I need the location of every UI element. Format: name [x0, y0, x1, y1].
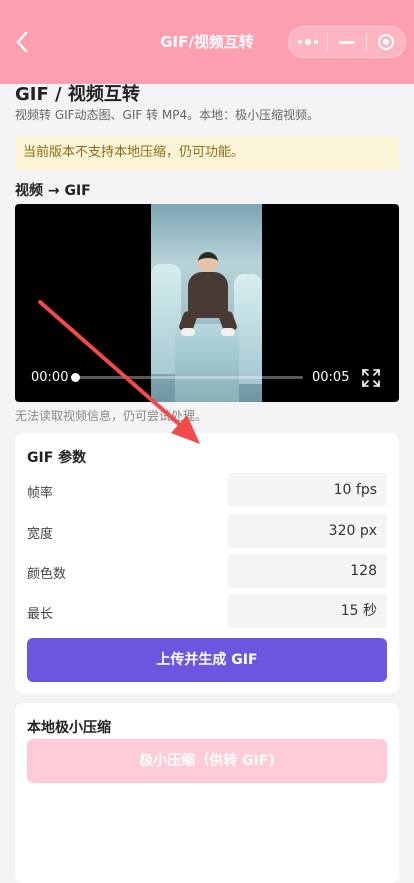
progress-knob[interactable] [71, 373, 80, 382]
current-time: 00:00 [31, 370, 69, 385]
compress-card: 本地极小压缩 极小压缩（供转 GIF) [15, 703, 399, 883]
page-subtitle: 视频转 GIF动态图、GIF 转 MP4。本地：极小压缩视频。 [15, 108, 320, 122]
param-row-colors: 颜色数 128 [27, 554, 387, 588]
total-time: 00:05 [312, 370, 350, 385]
compress-button[interactable]: 极小压缩（供转 GIF) [27, 739, 387, 783]
mini-program-capsule [288, 26, 406, 58]
more-button[interactable] [289, 27, 327, 57]
param-label: 宽度 [27, 527, 54, 542]
more-dots-icon [298, 39, 318, 45]
minimize-icon [339, 40, 355, 44]
nav-bar: GIF/视频互转 [0, 0, 414, 84]
video-hint: 无法读取视频信息，仍可尝试处理。 [15, 409, 208, 423]
video-section-heading: 视频 → GIF [15, 183, 91, 199]
page-title: GIF / 视频互转 [15, 84, 140, 105]
param-row-fps: 帧率 10 fps [27, 473, 387, 507]
fps-input[interactable]: 10 fps [227, 473, 387, 507]
gif-params-card: GIF 参数 帧率 10 fps 宽度 320 px 颜色数 128 最长 15… [15, 433, 399, 693]
param-row-duration: 最长 15 秒 [27, 594, 387, 628]
video-player[interactable]: 00:00 00:05 [15, 204, 399, 402]
param-label: 最长 [27, 607, 54, 622]
upload-generate-gif-button[interactable]: 上传并生成 GIF [27, 638, 387, 682]
param-label: 帧率 [27, 486, 54, 501]
gif-params-title: GIF 参数 [27, 450, 87, 466]
compress-title: 本地极小压缩 [27, 720, 111, 736]
warning-banner: 当前版本不支持本地压缩，仍可功能。 [15, 136, 399, 170]
duration-input[interactable]: 15 秒 [227, 594, 387, 628]
fullscreen-icon[interactable] [361, 368, 381, 388]
video-frame [151, 204, 262, 402]
video-progress-bar[interactable] [71, 373, 303, 382]
width-input[interactable]: 320 px [227, 514, 387, 548]
close-target-icon [378, 34, 394, 50]
param-row-width: 宽度 320 px [27, 514, 387, 548]
param-label: 颜色数 [27, 567, 67, 582]
colors-input[interactable]: 128 [227, 554, 387, 588]
close-button[interactable] [367, 27, 405, 57]
minimize-button[interactable] [328, 27, 366, 57]
